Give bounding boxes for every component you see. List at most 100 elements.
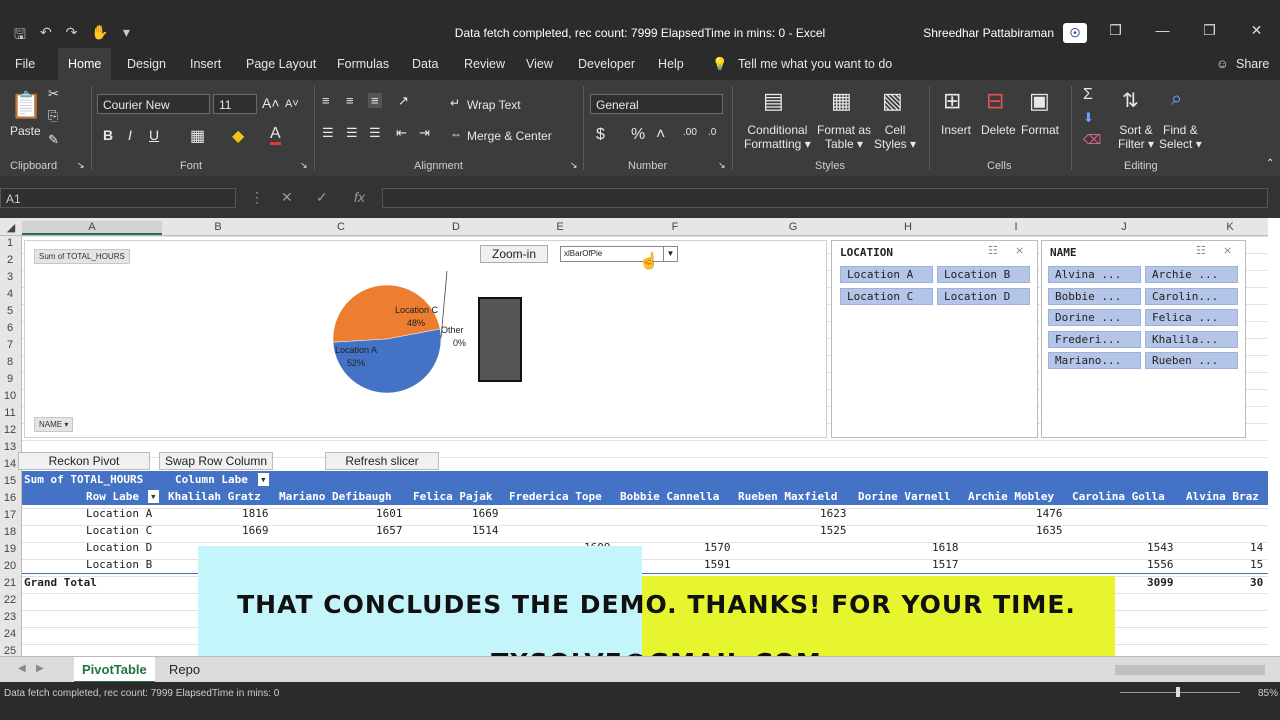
table-cell[interactable]: 1514	[472, 524, 499, 537]
grand-total-label[interactable]: Grand Total	[24, 576, 97, 589]
slicer-item[interactable]: Carolin...	[1145, 288, 1238, 305]
row-header[interactable]: 7	[0, 339, 20, 351]
pivot-column-name[interactable]: Bobbie Cannella	[620, 490, 719, 503]
column-header-a[interactable]: A	[22, 221, 162, 235]
row-header[interactable]: 20	[0, 560, 20, 572]
slicer-item[interactable]: Archie ...	[1145, 266, 1238, 283]
pivot-column-name[interactable]: Frederica Tope	[509, 490, 602, 503]
decrease-decimal-icon[interactable]: .0	[708, 127, 716, 138]
format-cells-button[interactable]: Format	[1021, 123, 1059, 137]
number-launcher-icon[interactable]: ↘	[718, 160, 726, 171]
decrease-font-icon[interactable]: A˅	[285, 98, 299, 110]
tab-review[interactable]: Review	[464, 57, 505, 71]
align-top-icon[interactable]: ≡	[322, 93, 330, 108]
row-header[interactable]: 1	[0, 237, 20, 249]
tab-view[interactable]: View	[526, 57, 553, 71]
table-cell[interactable]: 1618	[932, 541, 959, 554]
table-cell[interactable]: 30	[1250, 576, 1263, 589]
slicer-item[interactable]: Mariano...	[1048, 352, 1141, 369]
font-name-select[interactable]: Courier New	[97, 94, 210, 114]
fill-color-icon[interactable]: ◆	[232, 126, 244, 146]
align-left-icon[interactable]: ☰	[322, 125, 334, 141]
format-as-table-icon[interactable]: ▦	[831, 88, 852, 114]
table-cell[interactable]: 1635	[1036, 524, 1063, 537]
paste-icon[interactable]: 📋	[10, 90, 42, 121]
chevron-down-icon[interactable]: ▼	[663, 247, 677, 261]
row-header[interactable]: 12	[0, 424, 20, 436]
row-header[interactable]: 11	[0, 407, 20, 419]
slicer-item[interactable]: Location C	[840, 288, 933, 305]
cut-icon[interactable]: ✂	[48, 86, 59, 102]
clear-filter-icon[interactable]: ⨯	[1015, 244, 1024, 257]
pivot-row-labels[interactable]: Row Labe	[86, 490, 139, 503]
column-header-h[interactable]: H	[852, 221, 964, 233]
table-cell[interactable]: 1476	[1036, 507, 1063, 520]
table-cell[interactable]: 1517	[932, 558, 959, 571]
sheet-tab-report[interactable]: Repo	[161, 657, 208, 683]
sheet-tab-pivottable[interactable]: PivotTable	[74, 657, 155, 683]
number-format-select[interactable]: General	[590, 94, 723, 114]
row-header[interactable]: 19	[0, 543, 20, 555]
row-header[interactable]: 24	[0, 628, 20, 640]
underline-button[interactable]: U	[149, 127, 159, 143]
pivot-chart[interactable]: Sum of TOTAL_HOURS NAME ▾ Location C 48% L…	[24, 240, 827, 438]
minimize-icon[interactable]: —	[1139, 22, 1186, 39]
cell-styles-icon[interactable]: ▧	[882, 88, 903, 114]
slicer-item[interactable]: Alvina ...	[1048, 266, 1141, 283]
pivot-column-name[interactable]: Dorine Varnell	[858, 490, 951, 503]
slicer-item[interactable]: Location D	[937, 288, 1030, 305]
tell-me-search[interactable]: Tell me what you want to do	[738, 57, 892, 71]
increase-decimal-icon[interactable]: .00	[683, 127, 697, 138]
tab-page-layout[interactable]: Page Layout	[246, 57, 316, 71]
row-header[interactable]: 10	[0, 390, 20, 402]
column-header-b[interactable]: B	[162, 221, 274, 233]
row-header[interactable]: 5	[0, 305, 20, 317]
column-header-k[interactable]: K	[1180, 221, 1280, 233]
column-header-g[interactable]: G	[734, 221, 852, 233]
tab-design[interactable]: Design	[127, 57, 166, 71]
tab-developer[interactable]: Developer	[578, 57, 635, 71]
more-icon[interactable]: ⋮	[250, 189, 264, 206]
paste-button[interactable]: Paste	[10, 124, 41, 138]
tab-home[interactable]: Home	[58, 48, 112, 80]
slicer-item[interactable]: Felica ...	[1145, 309, 1238, 326]
pivot-column-name[interactable]: Archie Mobley	[968, 490, 1054, 503]
pivot-column-name[interactable]: Felica Pajak	[413, 490, 492, 503]
zoom-in-button[interactable]: Zoom-in	[480, 245, 548, 263]
clear-icon[interactable]: ⌫	[1083, 132, 1101, 148]
table-cell[interactable]: 1556	[1147, 558, 1174, 571]
tab-formulas[interactable]: Formulas	[337, 57, 389, 71]
align-bottom-icon[interactable]: ≡	[368, 93, 382, 108]
column-header-c[interactable]: C	[274, 221, 408, 233]
slicer-item[interactable]: Khalila...	[1145, 331, 1238, 348]
format-cells-icon[interactable]: ▣	[1029, 88, 1050, 114]
pivot-column-name[interactable]: Mariano Defibaugh	[279, 490, 392, 503]
zoom-slider-thumb[interactable]	[1176, 687, 1180, 697]
chart-type-select[interactable]: xlBarOfPie ▼	[560, 246, 678, 262]
share-icon[interactable]: ☺	[1216, 57, 1229, 71]
decrease-indent-icon[interactable]: ⇤	[396, 125, 407, 141]
slicer-item[interactable]: Frederi...	[1048, 331, 1141, 348]
reckon-pivot-button[interactable]: Reckon Pivot	[18, 452, 150, 470]
multi-select-icon[interactable]: ☷	[988, 244, 998, 257]
align-middle-icon[interactable]: ≡	[346, 93, 354, 108]
avatar[interactable]: ☉	[1063, 23, 1087, 43]
row-header[interactable]: 2	[0, 254, 20, 266]
row-header[interactable]: 23	[0, 611, 20, 623]
column-header-i[interactable]: I	[964, 221, 1068, 233]
row-header[interactable]: 21	[0, 577, 20, 589]
table-cell[interactable]: 1525	[820, 524, 847, 537]
align-center-icon[interactable]: ☰	[346, 125, 358, 141]
align-right-icon[interactable]: ☰	[369, 125, 381, 141]
increase-font-icon[interactable]: A˄	[262, 95, 280, 111]
fill-icon[interactable]: ⬇	[1083, 110, 1094, 126]
row-header[interactable]: 13	[0, 441, 20, 453]
font-launcher-icon[interactable]: ↘	[300, 160, 308, 171]
user-name[interactable]: Shreedhar Pattabiraman	[923, 26, 1054, 40]
table-cell[interactable]: 1570	[704, 541, 731, 554]
row-label[interactable]: Location C	[86, 524, 152, 537]
row-header[interactable]: 17	[0, 509, 20, 521]
refresh-slicer-button[interactable]: Refresh slicer	[325, 452, 439, 470]
row-header[interactable]: 22	[0, 594, 20, 606]
wrap-text-button[interactable]: Wrap Text	[467, 98, 521, 112]
